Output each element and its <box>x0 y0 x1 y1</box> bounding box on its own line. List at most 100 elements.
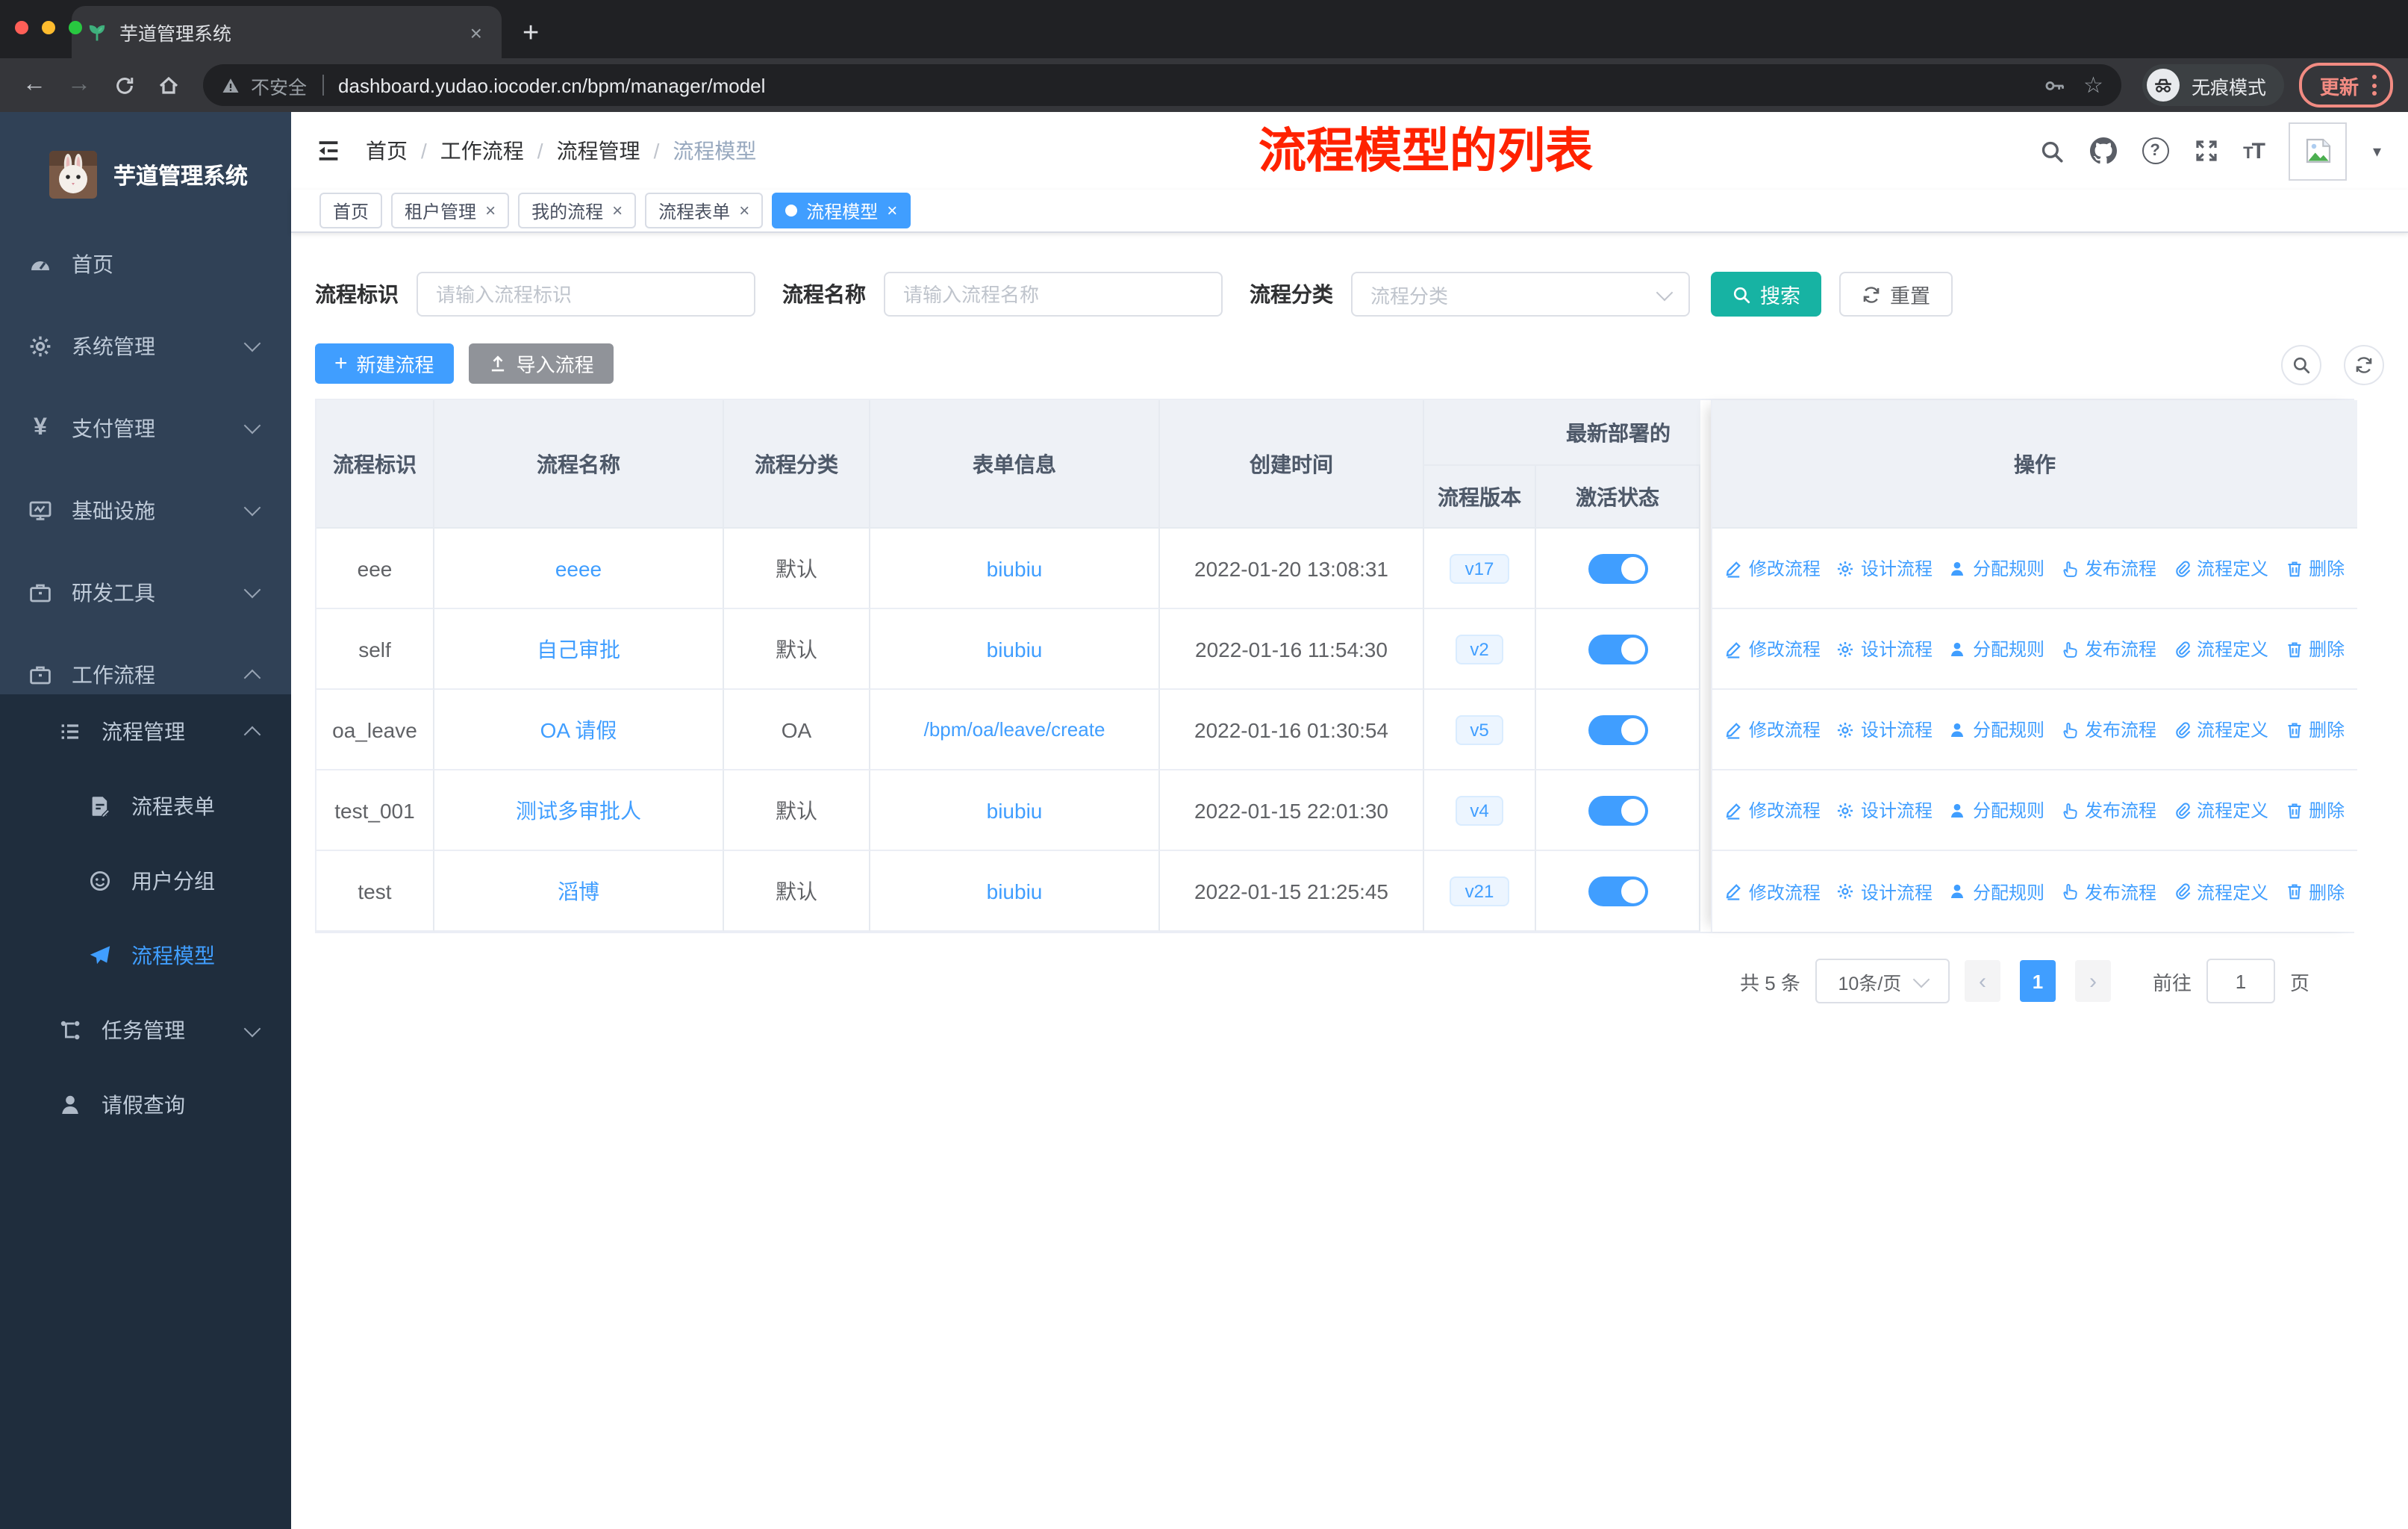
sidebar-item-process-form[interactable]: 流程表单 <box>0 769 291 844</box>
font-size-icon[interactable]: TT <box>2243 138 2265 164</box>
action-publish-link[interactable]: 发布流程 <box>2061 636 2156 661</box>
action-edit-link[interactable]: 修改流程 <box>1725 717 1821 742</box>
action-design-link[interactable]: 设计流程 <box>1837 797 1933 823</box>
action-assign-rule-link[interactable]: 分配规则 <box>1949 879 2044 904</box>
sidebar-item-task-management[interactable]: 任务管理 <box>0 993 291 1068</box>
sidebar-item-process-model[interactable]: 流程模型 <box>0 918 291 993</box>
process-category-select[interactable]: 流程分类 <box>1351 272 1690 317</box>
action-publish-link[interactable]: 发布流程 <box>2061 555 2156 581</box>
cell-name-link[interactable]: OA 请假 <box>434 690 724 770</box>
sidebar-item-user-group[interactable]: 用户分组 <box>0 844 291 918</box>
active-toggle[interactable] <box>1588 795 1647 825</box>
sidebar-item-payment[interactable]: ¥ 支付管理 <box>0 387 291 469</box>
tag-close-icon[interactable]: × <box>485 200 496 221</box>
active-toggle[interactable] <box>1588 714 1647 744</box>
cell-form-link[interactable]: biubiu <box>870 851 1160 932</box>
header-search-icon[interactable] <box>2039 138 2064 164</box>
goto-page-input[interactable] <box>2206 959 2275 1003</box>
browser-menu-icon[interactable] <box>2372 75 2377 96</box>
action-definition-link[interactable]: 流程定义 <box>2173 555 2268 581</box>
cell-name-link[interactable]: 自己审批 <box>434 609 724 690</box>
action-definition-link[interactable]: 流程定义 <box>2173 717 2268 742</box>
action-design-link[interactable]: 设计流程 <box>1837 636 1933 661</box>
sidebar-item-devtools[interactable]: 研发工具 <box>0 551 291 633</box>
maximize-window-button[interactable] <box>69 21 82 34</box>
action-delete-link[interactable]: 删除 <box>2285 555 2345 581</box>
action-definition-link[interactable]: 流程定义 <box>2173 797 2268 823</box>
forward-button[interactable]: → <box>60 66 99 105</box>
sidebar-collapse-icon[interactable] <box>315 137 342 164</box>
sidebar-item-leave-query[interactable]: 请假查询 <box>0 1068 291 1142</box>
import-process-button[interactable]: 导入流程 <box>468 343 614 384</box>
page-1-button[interactable]: 1 <box>2019 960 2056 1002</box>
sidebar-item-home[interactable]: 首页 <box>0 222 291 305</box>
action-design-link[interactable]: 设计流程 <box>1837 717 1933 742</box>
github-icon[interactable] <box>2089 137 2116 164</box>
action-definition-link[interactable]: 流程定义 <box>2173 636 2268 661</box>
action-assign-rule-link[interactable]: 分配规则 <box>1949 717 2044 742</box>
bookmark-star-icon[interactable]: ☆ <box>2083 72 2103 99</box>
close-window-button[interactable] <box>15 21 28 34</box>
active-toggle[interactable] <box>1588 553 1647 583</box>
cell-name-link[interactable]: 测试多审批人 <box>434 770 724 851</box>
sidebar-item-workflow[interactable]: 工作流程 <box>0 633 291 715</box>
new-tab-button[interactable]: + <box>523 19 539 48</box>
fullscreen-icon[interactable] <box>2194 139 2218 163</box>
tag-close-icon[interactable]: × <box>887 200 897 221</box>
search-button[interactable]: 搜索 <box>1711 272 1821 317</box>
action-edit-link[interactable]: 修改流程 <box>1725 797 1821 823</box>
minimize-window-button[interactable] <box>42 21 55 34</box>
create-process-button[interactable]: + 新建流程 <box>315 343 454 384</box>
action-edit-link[interactable]: 修改流程 <box>1725 555 1821 581</box>
active-toggle[interactable] <box>1588 876 1647 906</box>
process-key-input[interactable] <box>417 272 755 317</box>
action-assign-rule-link[interactable]: 分配规则 <box>1949 636 2044 661</box>
cell-form-link[interactable]: biubiu <box>870 529 1160 609</box>
action-design-link[interactable]: 设计流程 <box>1837 879 1933 904</box>
action-publish-link[interactable]: 发布流程 <box>2061 797 2156 823</box>
help-icon[interactable]: ? <box>2142 137 2169 164</box>
action-assign-rule-link[interactable]: 分配规则 <box>1949 797 2044 823</box>
action-delete-link[interactable]: 删除 <box>2285 717 2345 742</box>
address-bar[interactable]: 不安全 dashboard.yudao.iocoder.cn/bpm/manag… <box>203 64 2121 106</box>
tag-process-form[interactable]: 流程表单 × <box>645 193 764 228</box>
cell-name-link[interactable]: eeee <box>434 529 724 609</box>
tag-home[interactable]: 首页 <box>319 193 383 228</box>
breadcrumb-home[interactable]: 首页 <box>366 136 408 166</box>
browser-tab[interactable]: 芋道管理系统 × <box>72 6 502 58</box>
action-delete-link[interactable]: 删除 <box>2285 636 2345 661</box>
prev-page-button[interactable]: ‹ <box>1964 960 2000 1002</box>
next-page-button[interactable]: › <box>2074 960 2111 1002</box>
back-button[interactable]: ← <box>15 66 54 105</box>
active-toggle[interactable] <box>1588 634 1647 664</box>
cell-name-link[interactable]: 滔博 <box>434 851 724 932</box>
tag-tenant[interactable]: 租户管理 × <box>391 193 510 228</box>
process-name-input[interactable] <box>884 272 1223 317</box>
action-publish-link[interactable]: 发布流程 <box>2061 879 2156 904</box>
breadcrumb-process-management[interactable]: 流程管理 <box>557 136 640 166</box>
breadcrumb-workflow[interactable]: 工作流程 <box>440 136 524 166</box>
sidebar-item-infrastructure[interactable]: 基础设施 <box>0 469 291 551</box>
reset-button[interactable]: 重置 <box>1839 272 1953 317</box>
browser-update-button[interactable]: 更新 <box>2298 63 2393 108</box>
user-avatar[interactable] <box>2289 122 2348 180</box>
sidebar-item-system[interactable]: 系统管理 <box>0 305 291 387</box>
action-assign-rule-link[interactable]: 分配规则 <box>1949 555 2044 581</box>
tab-close-icon[interactable]: × <box>466 20 487 44</box>
action-delete-link[interactable]: 删除 <box>2285 879 2345 904</box>
cell-form-link[interactable]: /bpm/oa/leave/create <box>870 690 1160 770</box>
cell-form-link[interactable]: biubiu <box>870 770 1160 851</box>
refresh-table-button[interactable] <box>2344 345 2384 385</box>
tag-process-model-active[interactable]: 流程模型 × <box>772 193 911 228</box>
tag-close-icon[interactable]: × <box>612 200 623 221</box>
tag-my-process[interactable]: 我的流程 × <box>518 193 637 228</box>
password-key-icon[interactable] <box>2043 74 2065 96</box>
cell-form-link[interactable]: biubiu <box>870 609 1160 690</box>
action-delete-link[interactable]: 删除 <box>2285 797 2345 823</box>
reload-button[interactable] <box>105 66 143 105</box>
page-size-select[interactable]: 10条/页 <box>1815 959 1950 1003</box>
action-definition-link[interactable]: 流程定义 <box>2173 879 2268 904</box>
action-edit-link[interactable]: 修改流程 <box>1725 879 1821 904</box>
tag-close-icon[interactable]: × <box>739 200 749 221</box>
avatar-caret-down-icon[interactable]: ▾ <box>2373 141 2381 161</box>
